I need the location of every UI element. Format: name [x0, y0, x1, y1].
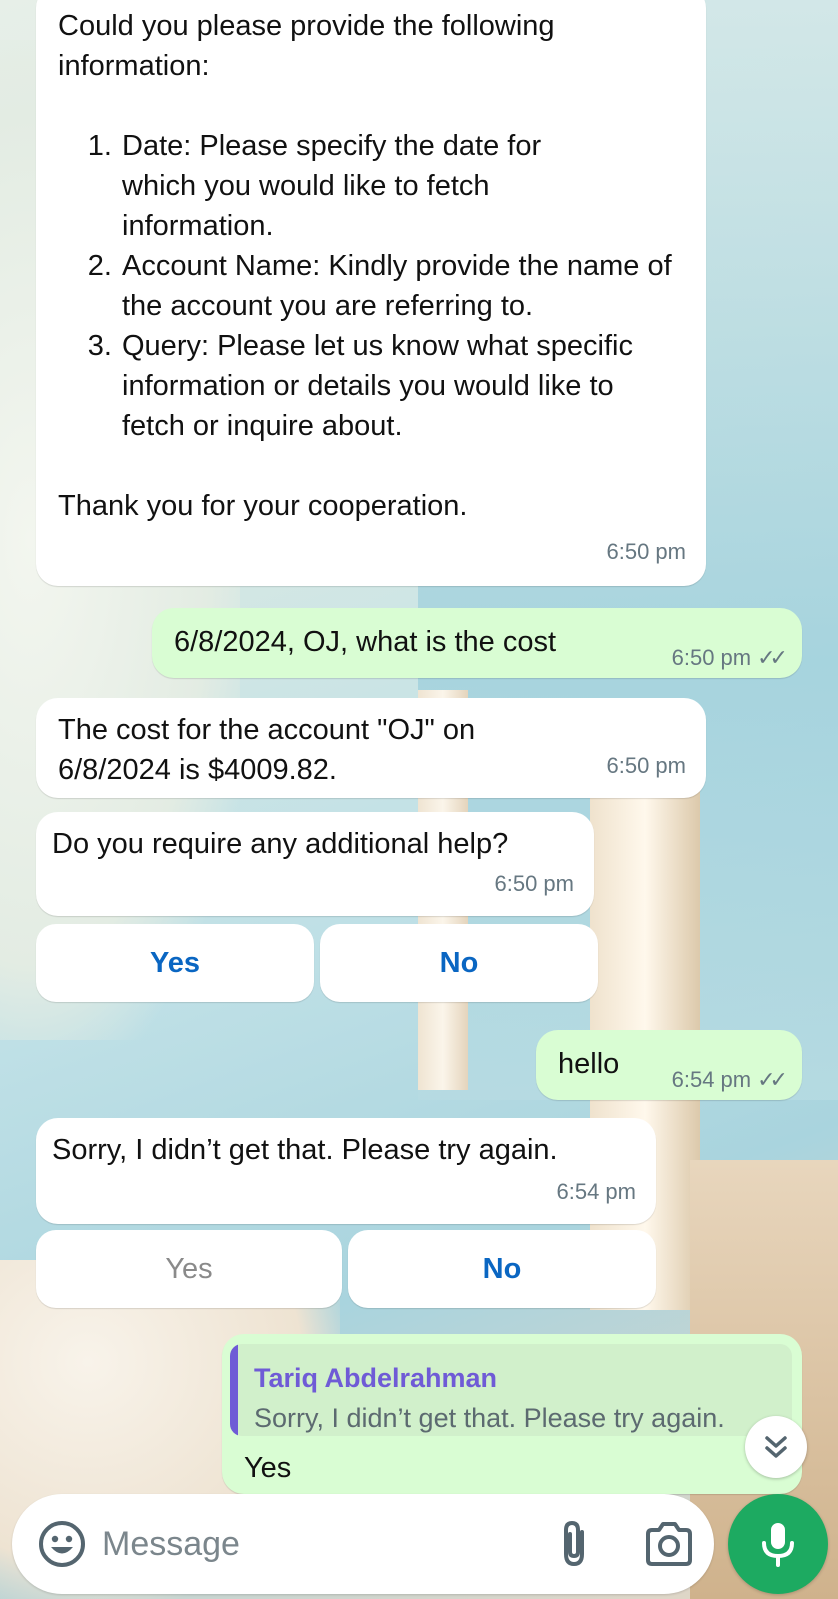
incoming-message[interactable]: The cost for the account "OJ" on 6/8/202… [36, 698, 706, 798]
double-check-icon: ✓✓ [757, 645, 788, 670]
voice-message-button[interactable] [728, 1494, 828, 1594]
quoted-message[interactable]: Tariq Abdelrahman Sorry, I didn’t get th… [230, 1344, 792, 1436]
quick-reply-no-button[interactable]: No [320, 924, 598, 1002]
quick-reply-no-button[interactable]: No [348, 1230, 656, 1308]
message-timestamp: 6:54 pm [556, 1179, 637, 1204]
message-composer [12, 1494, 714, 1594]
paperclip-icon[interactable] [552, 1518, 596, 1570]
message-input[interactable] [102, 1520, 522, 1568]
outgoing-message[interactable]: hello 6:54 pm ✓✓ [536, 1030, 802, 1100]
message-text: Could you please provide the following i… [58, 10, 555, 82]
outgoing-reply-message[interactable]: Tariq Abdelrahman Sorry, I didn’t get th… [222, 1334, 802, 1494]
double-chevron-down-icon [765, 1436, 787, 1458]
quick-reply-yes-button[interactable]: Yes [36, 1230, 342, 1308]
incoming-message[interactable]: Do you require any additional help? 6:50… [36, 812, 594, 916]
camera-icon[interactable] [642, 1518, 696, 1570]
scroll-to-bottom-button[interactable] [745, 1416, 807, 1478]
quoted-text: Sorry, I didn’t get that. Please try aga… [254, 1403, 725, 1433]
list-item: Account Name: Kindly provide the name of… [120, 246, 685, 326]
quick-reply-yes-button[interactable]: Yes [36, 924, 314, 1002]
microphone-icon [762, 1523, 794, 1567]
message-text: Thank you for your cooperation. [58, 490, 468, 522]
outgoing-message[interactable]: 6/8/2024, OJ, what is the cost 6:50 pm ✓✓ [152, 608, 802, 678]
message-timestamp: 6:50 pm [494, 871, 575, 896]
message-text: hello [558, 1048, 620, 1080]
message-timestamp: 6:50 pm [606, 753, 687, 778]
message-timestamp: 6:50 pm ✓✓ [671, 645, 788, 670]
double-check-icon: ✓✓ [757, 1067, 788, 1092]
message-timestamp: 6:50 pm [606, 539, 687, 564]
message-text: 6/8/2024, OJ, what is the cost [174, 626, 557, 658]
incoming-message[interactable]: Could you please provide the following i… [36, 0, 706, 586]
quote-accent-bar [230, 1344, 238, 1436]
message-text: Yes [244, 1452, 292, 1484]
incoming-message[interactable]: Sorry, I didn’t get that. Please try aga… [36, 1118, 656, 1224]
message-timestamp: 6:54 pm ✓✓ [671, 1067, 788, 1092]
quoted-sender-name: Tariq Abdelrahman [254, 1363, 498, 1393]
emoji-icon[interactable] [36, 1518, 88, 1570]
list-item: Date: Please specify the date for which … [120, 126, 620, 246]
message-text: Do you require any additional help? [52, 828, 509, 860]
message-text: Sorry, I didn’t get that. Please try aga… [52, 1134, 558, 1166]
list-item: Query: Please let us know what specific … [120, 326, 665, 446]
message-text: The cost for the account "OJ" on 6/8/202… [58, 714, 476, 786]
info-request-list: Date: Please specify the date for which … [58, 126, 678, 446]
